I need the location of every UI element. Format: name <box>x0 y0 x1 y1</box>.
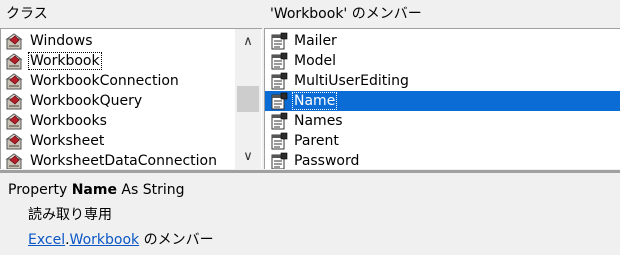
property-icon <box>269 152 289 169</box>
member-item-label: MultiUserEditing <box>294 73 409 89</box>
scroll-up-arrow-icon[interactable]: ∧ <box>235 31 261 53</box>
member-list-item[interactable]: Names <box>269 111 345 131</box>
class-icon <box>5 52 25 70</box>
member-item-label: Name <box>292 92 338 110</box>
signature-prefix: Property <box>8 182 72 198</box>
class-icon <box>5 32 25 50</box>
class-icon <box>5 72 25 90</box>
member-item-label: Names <box>294 113 343 129</box>
class-list-item[interactable]: WorksheetDataConnection <box>5 151 219 169</box>
class-icon <box>5 132 25 150</box>
member-list-item[interactable]: Name <box>265 91 620 111</box>
property-icon <box>269 72 289 90</box>
class-link[interactable]: Workbook <box>70 232 140 248</box>
member-of-suffix: のメンバー <box>139 232 214 248</box>
class-list-item[interactable]: Windows <box>5 31 95 51</box>
class-item-label: WorkbookQuery <box>30 93 143 109</box>
class-list-item[interactable]: Workbook <box>5 51 102 71</box>
property-icon <box>269 32 289 50</box>
signature-suffix: As String <box>116 182 185 198</box>
scroll-down-arrow-icon[interactable]: ∨ <box>235 146 261 168</box>
class-icon <box>5 112 25 130</box>
classes-header: クラス <box>6 6 48 22</box>
classes-scrollbar[interactable]: ∧ ∨ <box>235 29 261 169</box>
class-item-label: Workbooks <box>30 113 107 129</box>
member-list-item[interactable]: Password <box>269 151 361 169</box>
member-item-label: Password <box>294 153 360 169</box>
property-icon <box>269 52 289 70</box>
classes-list[interactable]: Windows Workbook WorkbookConnection Workboo… <box>0 28 262 169</box>
member-item-label: Mailer <box>294 33 337 49</box>
member-item-label: Model <box>294 53 337 69</box>
class-item-label: Workbook <box>28 52 102 70</box>
member-item-label: Parent <box>294 133 339 149</box>
class-item-label: WorksheetDataConnection <box>30 153 217 169</box>
class-list-item[interactable]: Worksheet <box>5 131 106 151</box>
class-item-label: WorkbookConnection <box>30 73 179 89</box>
members-header: 'Workbook' のメンバー <box>270 6 422 22</box>
class-icon <box>5 152 25 169</box>
class-icon <box>5 92 25 110</box>
class-list-item[interactable]: WorkbookConnection <box>5 71 181 91</box>
member-access-note: 読み取り専用 <box>28 207 112 223</box>
details-pane: Property Name As String 読み取り専用 Excel.Wor… <box>0 173 620 255</box>
member-signature: Property Name As String <box>8 178 612 203</box>
member-list-item[interactable]: Parent <box>269 131 341 151</box>
signature-name: Name <box>71 182 117 198</box>
property-icon <box>269 92 289 110</box>
class-list-item[interactable]: Workbooks <box>5 111 109 131</box>
scrollbar-thumb[interactable] <box>237 86 259 112</box>
member-list-item[interactable]: Mailer <box>269 31 339 51</box>
library-link[interactable]: Excel <box>28 232 65 248</box>
class-item-label: Worksheet <box>30 133 105 149</box>
property-icon <box>269 112 289 130</box>
member-list-item[interactable]: Model <box>269 51 338 71</box>
member-of-line: Excel.Workbook のメンバー <box>8 228 612 253</box>
member-list-item[interactable]: MultiUserEditing <box>269 71 411 91</box>
class-list-item[interactable]: WorkbookQuery <box>5 91 144 111</box>
members-list[interactable]: Mailer Model MultiUserEditing Name Names Pare… <box>264 28 620 169</box>
property-icon <box>269 132 289 150</box>
class-item-label: Windows <box>30 33 93 49</box>
